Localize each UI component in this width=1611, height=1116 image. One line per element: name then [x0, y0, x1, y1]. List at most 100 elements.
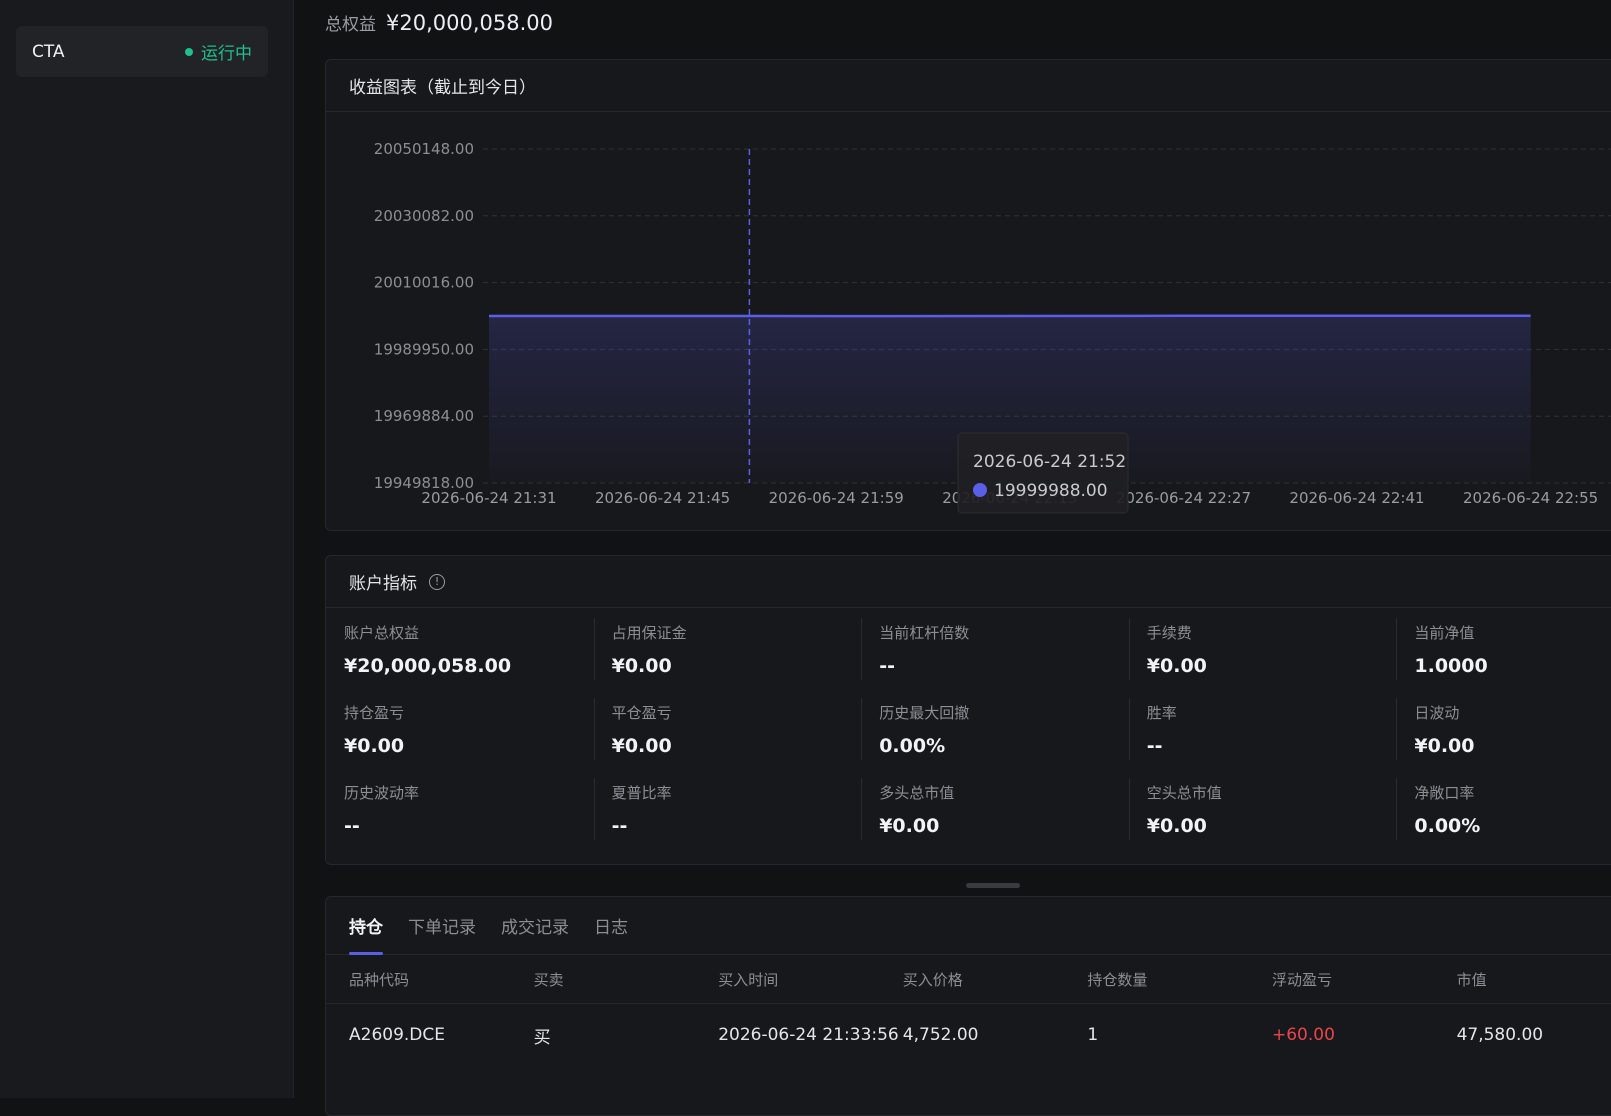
metric-item: 空头总市值 ¥0.00	[1129, 776, 1397, 856]
positions-panel: 持仓下单记录成交记录日志 品种代码买卖买入时间买入价格持仓数量浮动盈亏市值 A2…	[325, 896, 1611, 1116]
metric-label: 胜率	[1147, 702, 1397, 723]
metric-label: 多头总市值	[879, 782, 1129, 803]
column-header[interactable]: 市值	[1434, 969, 1611, 990]
metric-item: 手续费 ¥0.00	[1129, 616, 1397, 696]
metric-item: 当前杠杆倍数 --	[861, 616, 1129, 696]
tab-2[interactable]: 成交记录	[501, 913, 569, 954]
metric-value: --	[612, 815, 862, 837]
status-dot-icon	[185, 48, 193, 56]
tooltip-value: 19999988.00	[994, 481, 1108, 501]
metric-value: ¥0.00	[612, 655, 862, 677]
y-tick-label: 20030082.00	[374, 207, 474, 225]
total-equity: 总权益 ¥20,000,058.00	[325, 10, 553, 35]
equity-chart-card: 收益图表（截止到今日） 20050148.00 20030082.00 200100…	[325, 59, 1611, 531]
metric-value: --	[1147, 735, 1397, 757]
metric-label: 账户总权益	[344, 622, 594, 643]
metric-item: 日波动 ¥0.00	[1396, 696, 1611, 776]
column-header[interactable]: 品种代码	[326, 969, 511, 990]
x-tick-label: 2026-06-24 22:55	[1463, 489, 1598, 507]
equity-chart[interactable]: 20050148.00 20030082.00 20010016.00 1998995…	[326, 111, 1611, 531]
chart-card-title: 收益图表（截止到今日）	[326, 60, 1611, 112]
metric-label: 空头总市值	[1147, 782, 1397, 803]
chart-tooltip: 2026-06-24 21:52 19999988.00	[958, 433, 1128, 513]
y-tick-label: 19969884.00	[374, 407, 474, 425]
metric-item: 胜率 --	[1129, 696, 1397, 776]
tab-3[interactable]: 日志	[594, 913, 628, 954]
metric-item: 历史波动率 --	[326, 776, 594, 856]
metric-label: 历史波动率	[344, 782, 594, 803]
metric-label: 手续费	[1147, 622, 1397, 643]
metric-value: ¥0.00	[612, 735, 862, 757]
column-header[interactable]: 浮动盈亏	[1249, 969, 1434, 990]
metric-label: 平仓盈亏	[612, 702, 862, 723]
x-tick-label: 2026-06-24 22:41	[1289, 489, 1424, 507]
metric-label: 夏普比率	[612, 782, 862, 803]
table-cell: 2026-06-24 21:33:56	[695, 1025, 880, 1045]
table-cell: 47,580.00	[1434, 1025, 1611, 1045]
column-header[interactable]: 买入时间	[695, 969, 880, 990]
metrics-card-title: 账户指标	[349, 569, 417, 594]
strategy-status: 运行中	[185, 39, 252, 64]
info-icon[interactable]: !	[429, 574, 445, 590]
metric-item: 占用保证金 ¥0.00	[594, 616, 862, 696]
bottom-tabs: 持仓下单记录成交记录日志	[326, 897, 1611, 955]
main-content: 总权益 ¥20,000,058.00 收益图表（截止到今日） 20050148.…	[294, 0, 1611, 1098]
strategy-name: CTA	[32, 42, 65, 62]
column-header[interactable]: 买卖	[511, 969, 696, 990]
column-header[interactable]: 持仓数量	[1064, 969, 1249, 990]
metric-value: 0.00%	[879, 735, 1129, 757]
metric-item: 持仓盈亏 ¥0.00	[326, 696, 594, 776]
metric-item: 账户总权益 ¥20,000,058.00	[326, 616, 594, 696]
metric-item: 历史最大回撤 0.00%	[861, 696, 1129, 776]
tooltip-time: 2026-06-24 21:52	[973, 452, 1126, 472]
table-cell: 1	[1064, 1025, 1249, 1045]
metric-label: 净敞口率	[1414, 782, 1611, 803]
y-tick-label: 20050148.00	[374, 140, 474, 158]
metric-value: ¥0.00	[879, 815, 1129, 837]
status-label: 运行中	[201, 39, 252, 64]
table-cell: 4,752.00	[880, 1025, 1065, 1045]
table-cell: 买	[511, 1023, 696, 1048]
metric-item: 平仓盈亏 ¥0.00	[594, 696, 862, 776]
metric-item: 净敞口率 0.00%	[1396, 776, 1611, 856]
tab-0[interactable]: 持仓	[349, 913, 383, 954]
table-cell: A2609.DCE	[326, 1025, 511, 1045]
metric-value: ¥0.00	[1147, 655, 1397, 677]
metric-value: ¥0.00	[344, 735, 594, 757]
metric-label: 占用保证金	[612, 622, 862, 643]
metric-label: 日波动	[1414, 702, 1611, 723]
y-tick-label: 20010016.00	[374, 274, 474, 292]
metric-value: 1.0000	[1414, 655, 1611, 677]
x-tick-label: 2026-06-24 21:31	[421, 489, 556, 507]
metric-value: ¥20,000,058.00	[344, 655, 594, 677]
metric-value: ¥0.00	[1414, 735, 1611, 757]
total-equity-label: 总权益	[325, 10, 376, 35]
metric-value: ¥0.00	[1147, 815, 1397, 837]
x-tick-label: 2026-06-24 21:45	[595, 489, 730, 507]
table-cell: +60.00	[1249, 1025, 1434, 1045]
metric-item: 当前净值 1.0000	[1396, 616, 1611, 696]
table-row[interactable]: A2609.DCE买2026-06-24 21:33:564,752.001+6…	[326, 1004, 1611, 1066]
tab-1[interactable]: 下单记录	[408, 913, 476, 954]
strategy-sidebar: CTA 运行中	[0, 0, 294, 1098]
strategy-item-cta[interactable]: CTA 运行中	[16, 26, 268, 77]
metrics-grid: 账户总权益¥20,000,058.00占用保证金¥0.00当前杠杆倍数--手续费…	[326, 616, 1611, 856]
metric-value: --	[879, 655, 1129, 677]
x-tick-label: 2026-06-24 22:27	[1116, 489, 1251, 507]
panel-resize-handle[interactable]	[966, 883, 1020, 888]
metric-label: 当前杠杆倍数	[879, 622, 1129, 643]
metric-value: 0.00%	[1414, 815, 1611, 837]
metric-label: 持仓盈亏	[344, 702, 594, 723]
tooltip-series-dot-icon	[973, 483, 987, 497]
x-tick-label: 2026-06-24 21:59	[769, 489, 904, 507]
metric-label: 历史最大回撤	[879, 702, 1129, 723]
account-metrics-card: 账户指标 ! 账户总权益¥20,000,058.00占用保证金¥0.00当前杠杆…	[325, 555, 1611, 865]
metric-label: 当前净值	[1414, 622, 1611, 643]
metrics-card-header: 账户指标 !	[326, 556, 1611, 608]
metric-item: 夏普比率 --	[594, 776, 862, 856]
metric-item: 多头总市值 ¥0.00	[861, 776, 1129, 856]
y-tick-label: 19989950.00	[374, 340, 474, 358]
positions-table-header: 品种代码买卖买入时间买入价格持仓数量浮动盈亏市值	[326, 955, 1611, 1004]
column-header[interactable]: 买入价格	[880, 969, 1065, 990]
metric-value: --	[344, 815, 594, 837]
